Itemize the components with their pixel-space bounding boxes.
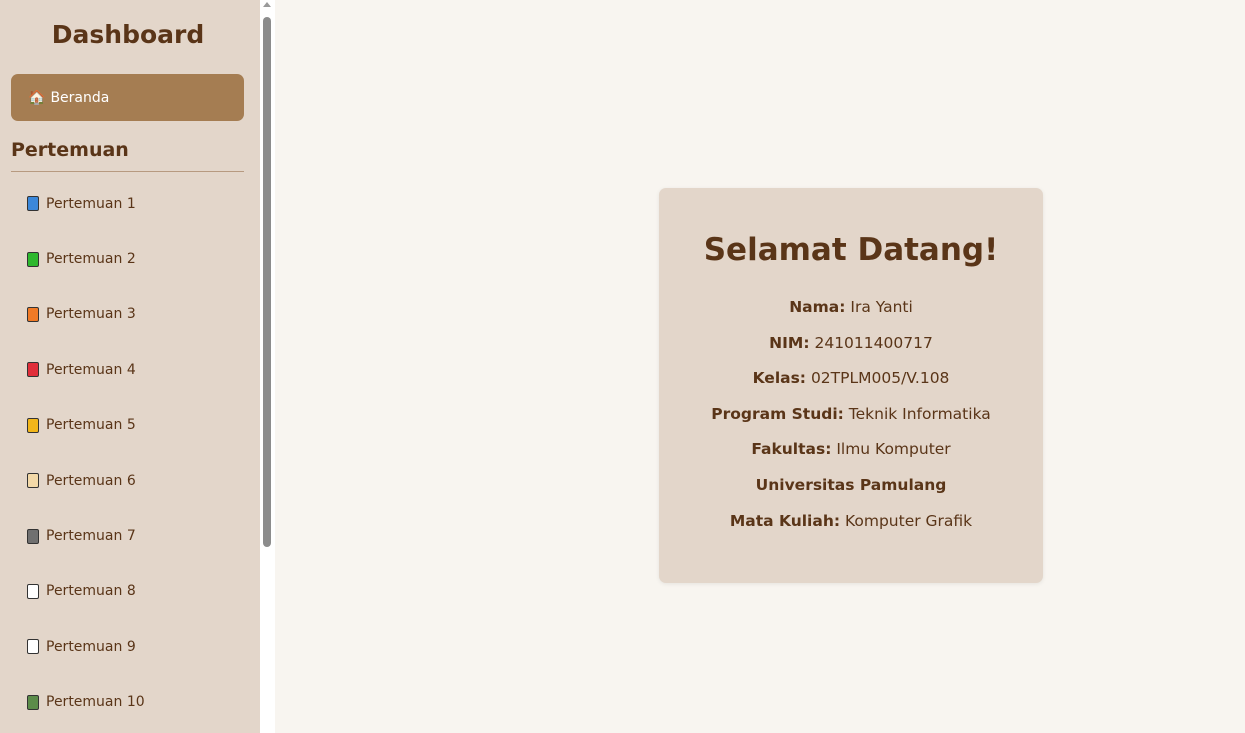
sidebar-item-pertemuan-3[interactable]: Pertemuan 3 [27, 287, 145, 342]
home-button[interactable]: 🏠 Beranda [11, 74, 244, 121]
info-row: Program Studi: Teknik Informatika [659, 403, 1043, 439]
sidebar-item-label: Pertemuan 8 [46, 583, 136, 600]
sidebar: Dashboard 🏠 Beranda Pertemuan Pertemuan … [0, 0, 260, 733]
section-divider [11, 171, 244, 172]
house-icon: 🏠 [28, 89, 46, 106]
sidebar-item-label: Pertemuan 5 [46, 417, 136, 434]
sidebar-item-pertemuan-5[interactable]: Pertemuan 5 [27, 398, 145, 453]
info-row: NIM: 241011400717 [659, 332, 1043, 368]
info-key: NIM: [769, 333, 810, 352]
green-book-icon [27, 251, 39, 267]
info-key: Fakultas: [751, 440, 832, 459]
sidebar-item-pertemuan-10[interactable]: Pertemuan 10 [27, 675, 145, 730]
welcome-heading: Selamat Datang! [703, 232, 999, 268]
student-info: Nama: Ira Yanti NIM: 241011400717 Kelas: 0… [659, 296, 1043, 545]
info-value: 241011400717 [809, 333, 933, 352]
books-icon [27, 694, 39, 710]
info-value: Teknik Informatika [843, 404, 991, 423]
info-row: Mata Kuliah: Komputer Grafik [659, 510, 1043, 546]
sidebar-item-label: Pertemuan 10 [46, 694, 145, 711]
info-key: Universitas Pamulang [755, 475, 947, 494]
sidebar-item-pertemuan-8[interactable]: Pertemuan 8 [27, 564, 145, 619]
info-row: Universitas Pamulang [659, 474, 1043, 510]
sidebar-item-label: Pertemuan 4 [46, 361, 136, 378]
section-title: Pertemuan [11, 139, 129, 161]
scrollbar-thumb[interactable] [263, 17, 271, 547]
sidebar-item-label: Pertemuan 7 [46, 528, 136, 545]
info-row: Kelas: 02TPLM005/V.108 [659, 367, 1043, 403]
sidebar-item-label: Pertemuan 1 [46, 195, 136, 212]
info-value: 02TPLM005/V.108 [806, 369, 950, 388]
home-button-label: Beranda [50, 89, 110, 106]
ledger-icon [27, 473, 39, 489]
blue-book-icon [27, 196, 39, 212]
notebook-blank-icon [27, 639, 39, 655]
yellow-book-icon [27, 417, 39, 433]
info-value: Komputer Grafik [840, 511, 973, 530]
info-key: Program Studi: [711, 404, 844, 423]
info-key: Nama: [789, 298, 846, 316]
sidebar-item-pertemuan-9[interactable]: Pertemuan 9 [27, 619, 145, 674]
info-key: Mata Kuliah: [729, 511, 841, 530]
info-value: Ira Yanti [845, 298, 913, 316]
notebook-icon [27, 528, 39, 544]
info-key: Kelas: [752, 369, 807, 388]
info-value: Ilmu Komputer [831, 440, 951, 459]
sidebar-item-label: Pertemuan 6 [46, 472, 136, 489]
sidebar-title: Dashboard [51, 20, 205, 49]
sidebar-item-pertemuan-4[interactable]: Pertemuan 4 [27, 342, 145, 397]
page-with-curl-icon [27, 583, 39, 599]
sidebar-item-pertemuan-6[interactable]: Pertemuan 6 [27, 453, 145, 508]
sidebar-item-label: Pertemuan 2 [46, 251, 136, 268]
sidebar-item-pertemuan-7[interactable]: Pertemuan 7 [27, 508, 145, 563]
sidebar-scrollbar[interactable] [260, 0, 275, 733]
welcome-card: Selamat Datang! Nama: Ira Yanti NIM: 2410… [659, 188, 1043, 583]
scroll-up-arrow[interactable] [263, 2, 271, 7]
sidebar-item-pertemuan-2[interactable]: Pertemuan 2 [27, 231, 145, 286]
info-row: Nama: Ira Yanti [659, 296, 1043, 332]
info-row: Fakultas: Ilmu Komputer [659, 438, 1043, 474]
red-book-icon [27, 362, 39, 378]
sidebar-item-label: Pertemuan 3 [46, 306, 136, 323]
orange-book-icon [27, 306, 39, 322]
sidebar-item-pertemuan-1[interactable]: Pertemuan 1 [27, 176, 145, 231]
meeting-list: Pertemuan 1 Pertemuan 2 Pertemuan 3 Pertemu… [27, 176, 145, 730]
app-root: Dashboard 🏠 Beranda Pertemuan Pertemuan … [0, 0, 1245, 733]
sidebar-item-label: Pertemuan 9 [46, 638, 136, 655]
